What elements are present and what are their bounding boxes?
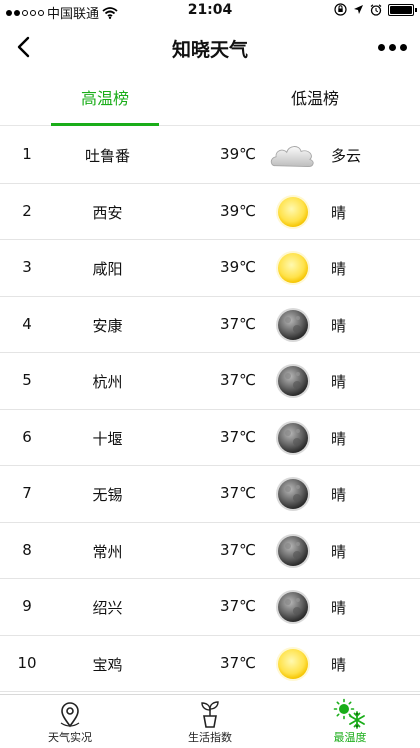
active-tab-indicator bbox=[51, 123, 159, 126]
cloud-icon bbox=[268, 135, 318, 175]
city-name: 常州 bbox=[92, 542, 123, 561]
rank-number: 9 bbox=[22, 597, 32, 615]
list-item[interactable]: 7 无锡 37℃ 晴 bbox=[0, 466, 420, 523]
city-name: 咸阳 bbox=[92, 260, 123, 278]
more-dot bbox=[388, 43, 396, 51]
city-name: 无锡 bbox=[92, 486, 123, 504]
city-name: 绍兴 bbox=[92, 599, 123, 617]
moon-icon bbox=[268, 587, 318, 627]
temperature: 39℃ bbox=[220, 201, 256, 220]
temperature: 37℃ bbox=[220, 427, 256, 446]
sun-snow-icon bbox=[332, 698, 368, 730]
list-item[interactable]: 2 西安 39℃ 晴 bbox=[0, 184, 420, 240]
tabbar-label: 最温度 bbox=[333, 731, 367, 744]
weather-condition: 晴 bbox=[331, 316, 347, 335]
rank-number: 4 bbox=[22, 314, 32, 333]
page-title: 知晓天气 bbox=[171, 39, 248, 61]
temperature: 37℃ bbox=[220, 653, 256, 672]
rank-number: 5 bbox=[22, 371, 32, 389]
moon-icon bbox=[268, 418, 318, 458]
moon-icon bbox=[268, 305, 318, 345]
weather-condition: 晴 bbox=[331, 203, 347, 222]
temperature: 37℃ bbox=[220, 540, 256, 559]
city-name: 十堰 bbox=[92, 429, 123, 448]
tab-low-temperature[interactable]: 低温榜 bbox=[210, 72, 420, 126]
weather-condition: 晴 bbox=[331, 542, 347, 561]
weather-condition: 晴 bbox=[331, 429, 347, 448]
ranking-list: 1 吐鲁番 39℃ 多云 2 西安 39℃ 晴 3 咸阳 39℃ 晴 4 安康 37℃ 晴 5 杭州 37℃ 晴 6 十堰… bbox=[0, 127, 420, 692]
tabbar-label: 天气实况 bbox=[48, 731, 92, 744]
more-dot bbox=[377, 43, 385, 51]
rank-number: 2 bbox=[22, 201, 32, 220]
weather-condition: 晴 bbox=[331, 599, 347, 617]
rank-number: 7 bbox=[22, 484, 32, 502]
rank-number: 3 bbox=[22, 258, 32, 276]
battery-icon bbox=[388, 3, 417, 16]
list-item[interactable]: 1 吐鲁番 39℃ 多云 bbox=[0, 127, 420, 184]
list-item[interactable]: 10 宝鸡 37℃ 晴 bbox=[0, 636, 420, 692]
rank-number: 10 bbox=[17, 653, 37, 672]
rotation-lock-icon bbox=[334, 3, 347, 16]
rank-number: 8 bbox=[22, 540, 32, 559]
weather-condition: 多云 bbox=[331, 147, 362, 165]
temperature: 39℃ bbox=[220, 258, 256, 276]
weather-condition: 晴 bbox=[331, 486, 347, 504]
temperature: 37℃ bbox=[220, 314, 256, 333]
sun-icon bbox=[268, 644, 318, 684]
tabbar-item-extreme-temperature[interactable]: 最温度 bbox=[280, 695, 420, 748]
list-item[interactable]: 8 常州 37℃ 晴 bbox=[0, 523, 420, 579]
list-item[interactable]: 9 绍兴 37℃ 晴 bbox=[0, 579, 420, 636]
status-bar: 中国联通 21:04 bbox=[0, 0, 420, 22]
sun-icon bbox=[268, 248, 318, 288]
temperature: 37℃ bbox=[220, 484, 256, 502]
city-name: 吐鲁番 bbox=[84, 147, 130, 165]
rank-number: 1 bbox=[22, 145, 32, 163]
nav-bar: 知晓天气 bbox=[0, 22, 420, 72]
tabbar-item-life-index[interactable]: 生活指数 bbox=[140, 695, 280, 748]
city-name: 宝鸡 bbox=[92, 655, 123, 674]
temperature: 37℃ bbox=[220, 371, 256, 389]
moon-icon bbox=[268, 531, 318, 571]
location-arrow-icon bbox=[354, 5, 363, 14]
list-item[interactable]: 6 十堰 37℃ 晴 bbox=[0, 410, 420, 466]
temperature: 37℃ bbox=[220, 597, 256, 615]
city-name: 杭州 bbox=[92, 373, 123, 391]
rank-number: 6 bbox=[22, 427, 32, 446]
weather-condition: 晴 bbox=[331, 373, 347, 391]
more-menu-button[interactable] bbox=[372, 34, 412, 60]
tab-high-temperature[interactable]: 高温榜 bbox=[0, 72, 210, 126]
list-item[interactable]: 5 杭州 37℃ 晴 bbox=[0, 353, 420, 410]
list-item[interactable]: 4 安康 37℃ 晴 bbox=[0, 297, 420, 353]
sun-icon bbox=[268, 192, 318, 232]
tabbar-label: 生活指数 bbox=[188, 731, 232, 744]
list-item[interactable]: 3 咸阳 39℃ 晴 bbox=[0, 240, 420, 297]
weather-condition: 晴 bbox=[331, 655, 347, 674]
temperature: 39℃ bbox=[220, 145, 256, 163]
ranking-tabs: 高温榜 低温榜 bbox=[0, 72, 420, 126]
moon-icon bbox=[268, 361, 318, 401]
status-right bbox=[334, 3, 417, 16]
city-name: 安康 bbox=[92, 316, 123, 335]
plant-pot-icon bbox=[192, 698, 228, 730]
more-dot bbox=[399, 43, 407, 51]
moon-icon bbox=[268, 474, 318, 514]
alarm-icon bbox=[370, 3, 382, 16]
city-name: 西安 bbox=[92, 203, 123, 222]
tabbar-item-live-weather[interactable]: 天气实况 bbox=[0, 695, 140, 748]
weather-condition: 晴 bbox=[331, 260, 347, 278]
location-pin-icon bbox=[52, 698, 88, 730]
bottom-tab-bar: 天气实况 生活指数 最温度 bbox=[0, 694, 420, 747]
